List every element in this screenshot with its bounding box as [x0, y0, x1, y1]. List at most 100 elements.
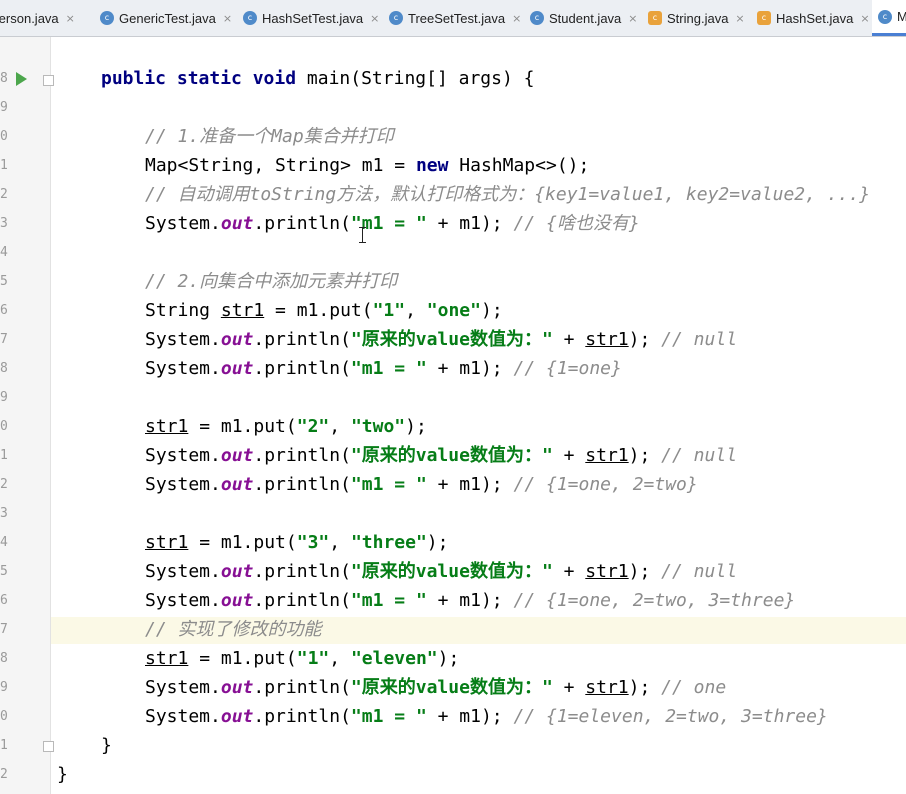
class-icon: c: [530, 11, 544, 25]
tab-label: M: [897, 9, 906, 24]
string-literal: "m1 = ": [350, 590, 427, 611]
code-line: System.out.println("m1 = " + m1); // {1=…: [145, 473, 698, 497]
variable: str1: [145, 648, 189, 669]
code-text: Map<String, String> m1 =: [145, 155, 416, 176]
code-text: System.: [145, 474, 221, 495]
comment: // null: [661, 445, 738, 466]
code-text: ,: [405, 300, 427, 321]
string-literal: "原来的value数值为：": [350, 677, 553, 698]
line-number: 5: [0, 564, 8, 579]
line-number: 1: [0, 448, 8, 463]
variable: str1: [585, 677, 629, 698]
close-icon[interactable]: ×: [735, 12, 744, 25]
tab-treesettest-java[interactable]: c TreeSetTest.java ×: [389, 0, 521, 36]
tab-string-java[interactable]: c String.java ×: [648, 0, 745, 36]
code-line: // 自动调用toString方法，默认打印格式为：{key1=value1, …: [145, 183, 870, 207]
tab-active[interactable]: c M: [872, 0, 906, 36]
tab-generictest-java[interactable]: c GenericTest.java ×: [100, 0, 232, 36]
code-text: System.: [145, 590, 221, 611]
code-text: + m1);: [426, 213, 514, 234]
line-number: 3: [0, 216, 8, 231]
comment: // {1=one}: [513, 358, 622, 379]
variable: str1: [145, 416, 189, 437]
string-literal: "2": [296, 416, 330, 437]
line-number: 3: [0, 506, 8, 521]
code-text: }: [57, 764, 68, 785]
code-line: }: [101, 734, 112, 758]
static-field: out: [220, 706, 254, 727]
code-text: + m1);: [426, 590, 514, 611]
code-text: System.: [145, 706, 221, 727]
line-number: 6: [0, 593, 8, 608]
string-literal: "one": [426, 300, 481, 321]
close-icon[interactable]: ×: [860, 12, 869, 25]
code-text: +: [552, 677, 586, 698]
close-icon[interactable]: ×: [370, 12, 379, 25]
close-icon[interactable]: ×: [66, 12, 75, 25]
close-icon[interactable]: ×: [223, 12, 232, 25]
tab-student-java[interactable]: c Student.java ×: [530, 0, 638, 36]
code-text: );: [628, 329, 662, 350]
tab-hashsettest-java[interactable]: c HashSetTest.java ×: [243, 0, 379, 36]
code-text: System.: [145, 329, 221, 350]
code-line: System.out.println("原来的value数值为：" + str1…: [145, 444, 737, 468]
close-icon[interactable]: ×: [512, 12, 521, 25]
static-field: out: [220, 590, 254, 611]
code-text: );: [628, 445, 662, 466]
code-text: .println(: [253, 358, 351, 379]
code-line: System.out.println("原来的value数值为：" + str1…: [145, 328, 737, 352]
static-field: out: [220, 474, 254, 495]
tab-hashset-java[interactable]: c HashSet.java ×: [757, 0, 870, 36]
tab-person-java[interactable]: Person.java ×: [0, 0, 75, 36]
comment: // {1=one, 2=two}: [513, 474, 698, 495]
code-line: // 1.准备一个Map集合并打印: [145, 125, 394, 149]
class-icon: c: [389, 11, 403, 25]
code-text: + m1);: [426, 706, 514, 727]
line-number: 8: [0, 71, 8, 86]
class-icon: c: [100, 11, 114, 25]
code-text: System.: [145, 445, 221, 466]
tab-label: TreeSetTest.java: [408, 10, 506, 26]
code-line: }: [57, 763, 68, 787]
static-field: out: [220, 445, 254, 466]
close-icon[interactable]: ×: [628, 12, 637, 25]
code-text: +: [552, 445, 586, 466]
line-number: 0: [0, 709, 8, 724]
line-number: 6: [0, 303, 8, 318]
line-number: 2: [0, 477, 8, 492]
library-class-icon: c: [648, 11, 662, 25]
code-line: System.out.println("原来的value数值为：" + str1…: [145, 560, 737, 584]
comment: // 2.向集合中添加元素并打印: [145, 271, 398, 292]
code-text: = m1.put(: [264, 300, 373, 321]
tab-label: String.java: [667, 10, 729, 26]
code-text: .println(: [253, 213, 351, 234]
static-field: out: [220, 213, 254, 234]
run-icon[interactable]: [16, 72, 27, 86]
fold-icon[interactable]: [43, 75, 54, 86]
line-number: 7: [0, 332, 8, 347]
string-literal: "m1 = ": [350, 358, 427, 379]
line-number: 9: [0, 390, 8, 405]
library-class-icon: c: [757, 11, 771, 25]
code-text: System.: [145, 561, 221, 582]
comment: // {1=eleven, 2=two, 3=three}: [513, 706, 828, 727]
tab-label: Student.java: [549, 10, 622, 26]
tab-label: Person.java: [0, 10, 59, 26]
comment: // one: [661, 677, 727, 698]
fold-icon[interactable]: [43, 741, 54, 752]
code-line: // 2.向集合中添加元素并打印: [145, 270, 397, 294]
line-number: 8: [0, 651, 8, 666]
code-line: System.out.println("m1 = " + m1); // {1=…: [145, 589, 795, 613]
code-text: ,: [329, 532, 351, 553]
code-text: );: [405, 416, 427, 437]
keyword: new: [415, 155, 449, 176]
line-number: 1: [0, 738, 8, 753]
line-number: 9: [0, 100, 8, 115]
code-text: + m1);: [426, 358, 514, 379]
tab-label: HashSet.java: [776, 10, 854, 26]
static-field: out: [220, 561, 254, 582]
code-text: HashMap<>();: [448, 155, 590, 176]
variable: str1: [220, 300, 265, 321]
code-line: String str1 = m1.put("1", "one");: [145, 299, 503, 323]
line-number-gutter[interactable]: 8 9 0 1 2 3 4 5 6 7 8 9 0 1 2 3 4 5 6 7 …: [0, 37, 51, 794]
